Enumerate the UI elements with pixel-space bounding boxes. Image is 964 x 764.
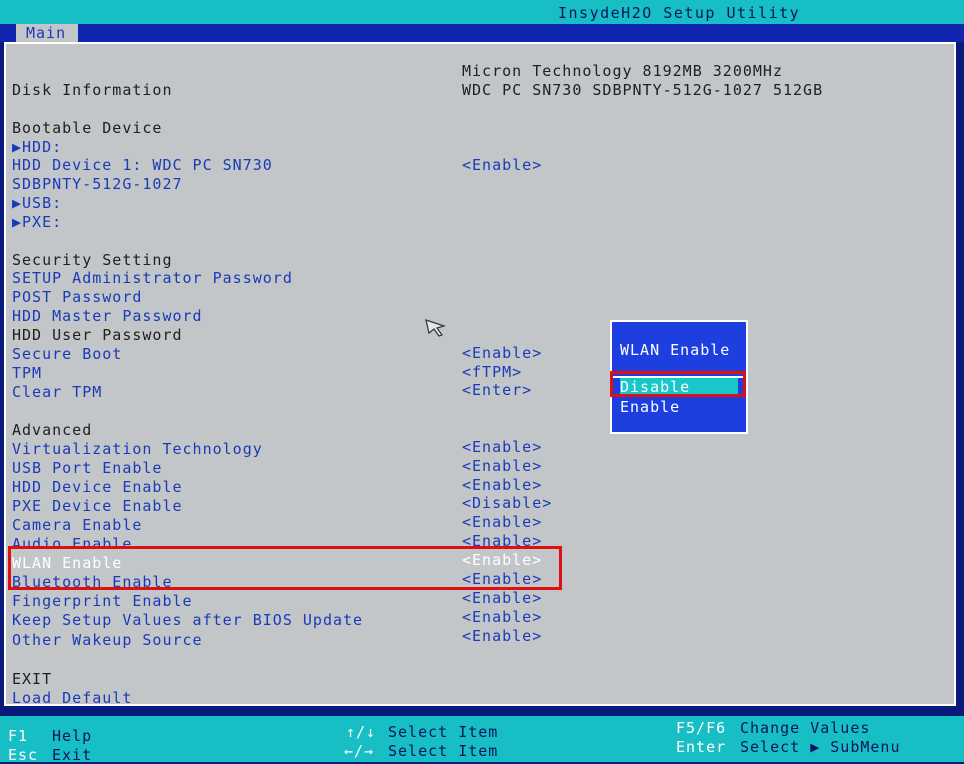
clear-tpm-item[interactable]: Clear TPM — [12, 383, 102, 401]
hdd-device-1-value[interactable]: <Enable> — [462, 156, 542, 174]
other-wakeup-source-item[interactable]: Other Wakeup Source — [12, 631, 203, 649]
usb-port-enable-item[interactable]: USB Port Enable — [12, 459, 162, 477]
popup-title: WLAN Enable — [612, 322, 746, 378]
hdd-master-password-item[interactable]: HDD Master Password — [12, 307, 203, 325]
camera-enable-value[interactable]: <Enable> — [462, 513, 542, 531]
esc-action: Exit — [52, 746, 93, 764]
f5-f6-key: F5/F6 — [676, 719, 727, 737]
virtualization-item[interactable]: Virtualization Technology — [12, 440, 263, 458]
tpm-item[interactable]: TPM — [12, 364, 42, 382]
keep-setup-values-value[interactable]: <Enable> — [462, 608, 542, 626]
hdd-device-enable-value[interactable]: <Enable> — [462, 476, 542, 494]
usb-port-enable-value[interactable]: <Enable> — [462, 457, 542, 475]
security-setting-header: Security Setting — [12, 251, 173, 269]
advanced-header: Advanced — [12, 421, 93, 439]
mouse-cursor-icon — [425, 319, 447, 337]
other-wakeup-source-value[interactable]: <Enable> — [462, 627, 542, 645]
exit-header: EXIT — [12, 670, 53, 688]
hdd-device-1-model: SDBPNTY-512G-1027 — [12, 175, 183, 193]
disk-info-label: Disk Information — [12, 81, 173, 99]
boot-usb-item[interactable]: ▶USB: — [12, 194, 62, 212]
esc-key: Esc — [8, 746, 39, 764]
fingerprint-enable-item[interactable]: Fingerprint Enable — [12, 592, 193, 610]
hdd-device-enable-item[interactable]: HDD Device Enable — [12, 478, 183, 496]
post-password-item[interactable]: POST Password — [12, 288, 142, 306]
f5-f6-action: Change Values — [740, 719, 871, 737]
secure-boot-value[interactable]: <Enable> — [462, 344, 542, 362]
pxe-device-enable-item[interactable]: PXE Device Enable — [12, 497, 183, 515]
wlan-bluetooth-highlight — [8, 546, 562, 590]
hdd-device-1-item[interactable]: HDD Device 1: WDC PC SN730 — [12, 156, 273, 174]
virtualization-value[interactable]: <Enable> — [462, 438, 542, 456]
boot-pxe-item[interactable]: ▶PXE: — [12, 213, 62, 231]
main-panel: Micron Technology 8192MB 3200MHz Disk In… — [4, 42, 956, 707]
f1-key: F1 — [8, 727, 29, 745]
load-default-item[interactable]: Load Default — [12, 689, 132, 707]
left-right-key: ←/→ — [344, 742, 375, 760]
tpm-value[interactable]: <fTPM> — [462, 363, 522, 381]
footer-help-bar: F1 Help Esc Exit ↑/↓ Select Item ←/→ Sel… — [0, 716, 964, 764]
up-down-action: Select Item — [388, 723, 499, 741]
f1-action: Help — [52, 727, 93, 745]
fingerprint-enable-value[interactable]: <Enable> — [462, 589, 542, 607]
pxe-device-enable-value[interactable]: <Disable> — [462, 494, 552, 512]
setup-admin-password-item[interactable]: SETUP Administrator Password — [12, 269, 293, 287]
clear-tpm-value[interactable]: <Enter> — [462, 381, 532, 399]
tab-bar: Main — [0, 24, 964, 42]
left-right-action: Select Item — [388, 742, 499, 760]
up-down-key: ↑/↓ — [346, 723, 377, 741]
popup-option-enable[interactable]: Enable — [620, 398, 680, 416]
title-bar: InsydeH2O Setup Utility — [0, 0, 964, 24]
camera-enable-item[interactable]: Camera Enable — [12, 516, 142, 534]
disk-info-value: WDC PC SN730 SDBPNTY-512G-1027 512GB — [462, 81, 824, 99]
secure-boot-item[interactable]: Secure Boot — [12, 345, 122, 363]
enter-key: Enter — [676, 738, 727, 756]
tab-main[interactable]: Main — [16, 24, 78, 42]
bootable-device-header: Bootable Device — [12, 119, 163, 137]
app-title: InsydeH2O Setup Utility — [558, 4, 801, 22]
hdd-user-password-item: HDD User Password — [12, 326, 183, 344]
memory-info: Micron Technology 8192MB 3200MHz — [462, 62, 783, 80]
enter-action: Select ▶ SubMenu — [740, 738, 901, 756]
boot-hdd-item[interactable]: ▶HDD: — [12, 138, 62, 156]
popup-selection-highlight — [610, 371, 746, 397]
keep-setup-values-item[interactable]: Keep Setup Values after BIOS Update — [12, 611, 363, 629]
